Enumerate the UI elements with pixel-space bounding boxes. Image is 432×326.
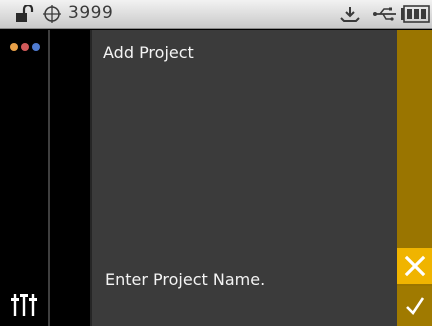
lock-open-icon (16, 5, 34, 22)
close-icon (404, 255, 425, 277)
cancel-button[interactable] (397, 248, 432, 284)
main-panel: Add Project Enter Project Name. (90, 30, 397, 326)
spacer-column (50, 30, 90, 326)
adjust-sliders-icon[interactable] (11, 292, 37, 316)
confirm-button[interactable] (397, 286, 432, 326)
check-icon (405, 297, 424, 316)
battery-icon (401, 5, 430, 23)
device-id: 3999 (68, 3, 114, 23)
sidebar (0, 30, 48, 326)
project-name-prompt[interactable]: Enter Project Name. (105, 270, 265, 289)
usb-icon (373, 7, 396, 21)
page-title: Add Project (103, 43, 194, 62)
colored-dots-icon[interactable] (9, 42, 41, 52)
download-icon (340, 7, 360, 22)
status-bar: 3999 (0, 0, 432, 29)
target-icon (43, 5, 61, 23)
